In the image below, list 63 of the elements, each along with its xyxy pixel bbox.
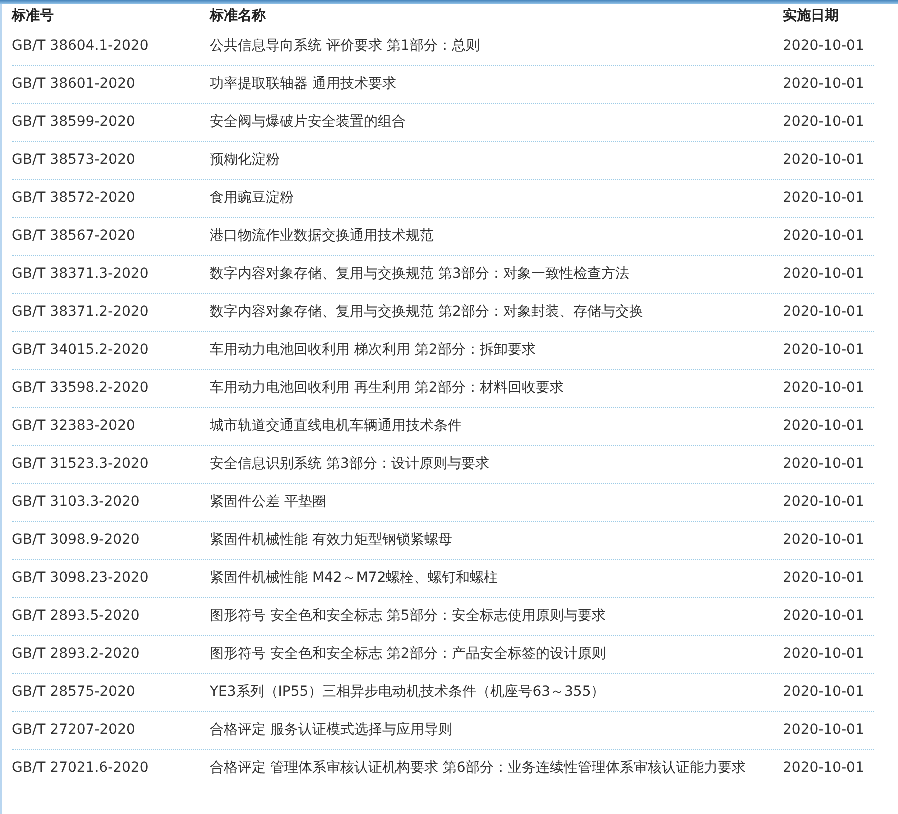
standard-name: 合格评定 管理体系审核认证机构要求 第6部分：业务连续性管理体系审核认证能力要求 — [210, 759, 747, 778]
standard-name: 预糊化淀粉 — [210, 151, 281, 170]
standard-name: 紧固件机械性能 M42～M72螺栓、螺钉和螺柱 — [210, 569, 500, 588]
effective-date: 2020-10-01 — [783, 721, 866, 740]
standard-number: GB/T 38371.3-2020 — [12, 265, 150, 284]
standard-number: GB/T 27021.6-2020 — [12, 759, 150, 778]
effective-date: 2020-10-01 — [783, 265, 866, 284]
standard-number: GB/T 33598.2-2020 — [12, 379, 150, 398]
standard-name: 紧固件公差 平垫圈 — [210, 493, 328, 512]
standard-number: GB/T 38604.1-2020 — [12, 37, 150, 56]
standard-number: GB/T 27207-2020 — [12, 721, 136, 740]
standard-name: 车用动力电池回收利用 梯次利用 第2部分：拆卸要求 — [210, 341, 537, 360]
standard-name: 城市轨道交通直线电机车辆通用技术条件 — [210, 417, 463, 436]
standard-name: 数字内容对象存储、复用与交换规范 第2部分：对象封装、存储与交换 — [210, 303, 644, 322]
standard-number: GB/T 3103.3-2020 — [12, 493, 141, 512]
effective-date: 2020-10-01 — [783, 113, 866, 132]
effective-date: 2020-10-01 — [783, 75, 866, 94]
column-header: 标准号 — [12, 7, 55, 25]
standard-name: 合格评定 服务认证模式选择与应用导则 — [210, 721, 454, 740]
standard-number: GB/T 38572-2020 — [12, 189, 136, 208]
effective-date: 2020-10-01 — [783, 341, 866, 360]
standard-name: 功率提取联轴器 通用技术要求 — [210, 75, 398, 94]
effective-date: 2020-10-01 — [783, 759, 866, 778]
effective-date: 2020-10-01 — [783, 493, 866, 512]
effective-date: 2020-10-01 — [783, 189, 866, 208]
standard-name: 食用豌豆淀粉 — [210, 189, 295, 208]
effective-date: 2020-10-01 — [783, 645, 866, 664]
standard-name: 车用动力电池回收利用 再生利用 第2部分：材料回收要求 — [210, 379, 565, 398]
standard-name: 图形符号 安全色和安全标志 第5部分：安全标志使用原则与要求 — [210, 607, 607, 626]
standard-number: GB/T 2893.5-2020 — [12, 607, 141, 626]
standard-number: GB/T 34015.2-2020 — [12, 341, 150, 360]
standard-number: GB/T 38601-2020 — [12, 75, 136, 94]
standard-number: GB/T 28575-2020 — [12, 683, 136, 702]
standard-number: GB/T 38573-2020 — [12, 151, 136, 170]
standard-number: GB/T 32383-2020 — [12, 417, 136, 436]
effective-date: 2020-10-01 — [783, 569, 866, 588]
effective-date: 2020-10-01 — [783, 303, 866, 322]
standard-name: 图形符号 安全色和安全标志 第2部分：产品安全标签的设计原则 — [210, 645, 607, 664]
standard-name: 数字内容对象存储、复用与交换规范 第3部分：对象一致性检查方法 — [210, 265, 630, 284]
standard-number: GB/T 3098.23-2020 — [12, 569, 150, 588]
standard-name: 港口物流作业数据交换通用技术规范 — [210, 227, 435, 246]
effective-date: 2020-10-01 — [783, 379, 866, 398]
effective-date: 2020-10-01 — [783, 683, 866, 702]
effective-date: 2020-10-01 — [783, 607, 866, 626]
standard-number: GB/T 31523.3-2020 — [12, 455, 150, 474]
column-header: 标准名称 — [210, 7, 267, 25]
standard-number: GB/T 3098.9-2020 — [12, 531, 141, 550]
standard-name: 安全阀与爆破片安全装置的组合 — [210, 113, 407, 132]
standard-number: GB/T 38599-2020 — [12, 113, 136, 132]
standard-name: 安全信息识别系统 第3部分：设计原则与要求 — [210, 455, 490, 474]
standard-name: 公共信息导向系统 评价要求 第1部分：总则 — [210, 37, 481, 56]
effective-date: 2020-10-01 — [783, 455, 866, 474]
effective-date: 2020-10-01 — [783, 531, 866, 550]
effective-date: 2020-10-01 — [783, 417, 866, 436]
effective-date: 2020-10-01 — [783, 37, 866, 56]
column-header: 实施日期 — [783, 7, 840, 25]
effective-date: 2020-10-01 — [783, 227, 866, 246]
standard-name: 紧固件机械性能 有效力矩型钢锁紧螺母 — [210, 531, 454, 550]
standard-name: YE3系列（IP55）三相异步电动机技术条件（机座号63～355） — [210, 683, 606, 702]
standard-number: GB/T 38371.2-2020 — [12, 303, 150, 322]
standard-number: GB/T 38567-2020 — [12, 227, 136, 246]
effective-date: 2020-10-01 — [783, 151, 866, 170]
standard-number: GB/T 2893.2-2020 — [12, 645, 141, 664]
